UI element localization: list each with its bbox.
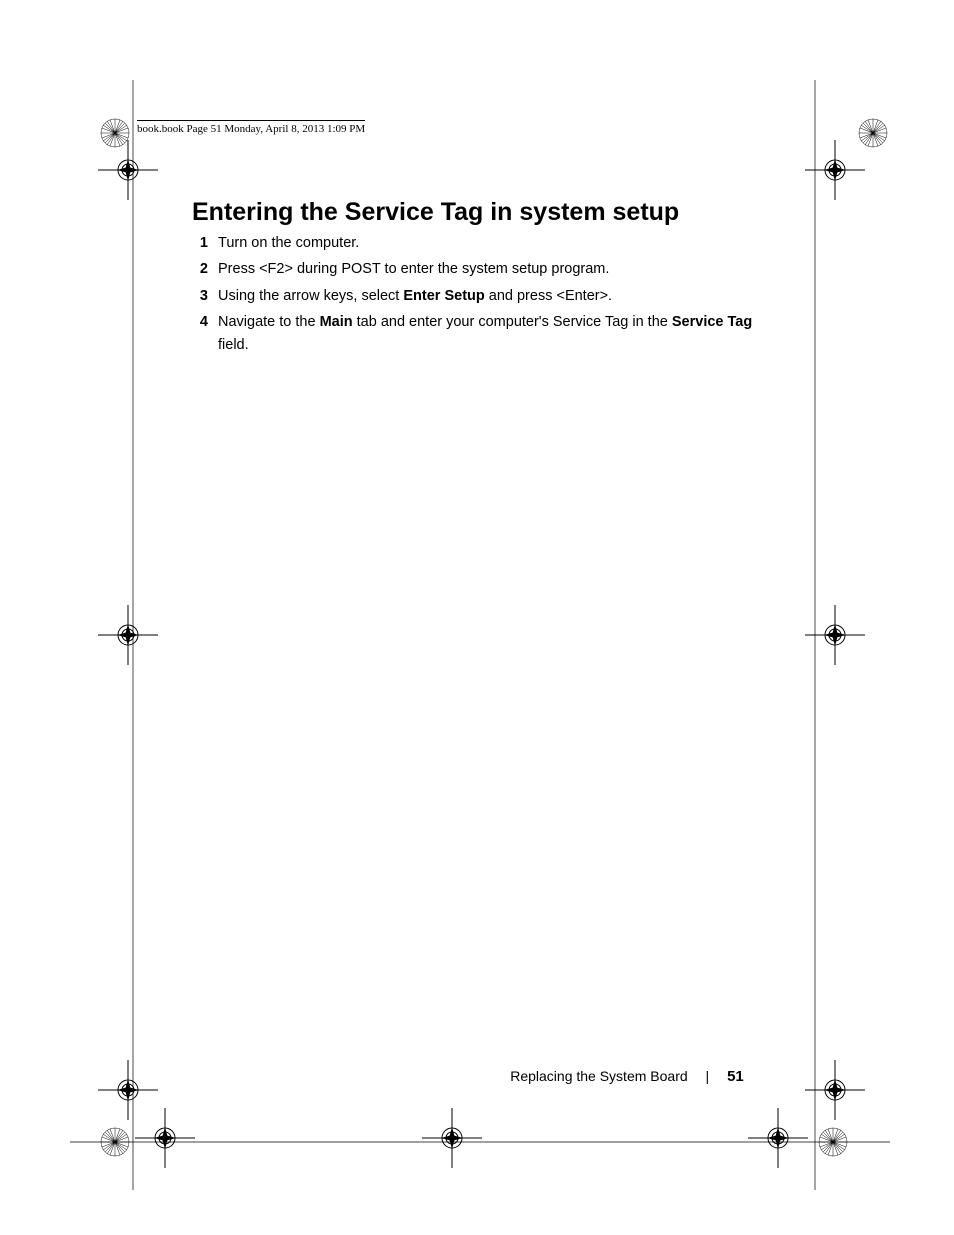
procedure-step: 4Navigate to the Main tab and enter your…: [192, 311, 762, 356]
registration-mark-icon: [748, 1108, 808, 1168]
procedure-list: 1Turn on the computer.2Press <F2> during…: [192, 232, 762, 360]
registration-mark-icon: [805, 140, 865, 200]
running-header: book.book Page 51 Monday, April 8, 2013 …: [137, 120, 365, 135]
step-text: Turn on the computer.: [218, 232, 762, 254]
footer-separator: |: [706, 1068, 710, 1084]
step-text: Navigate to the Main tab and enter your …: [218, 311, 762, 356]
page-number: 51: [727, 1068, 744, 1085]
registration-mark-icon: [805, 605, 865, 665]
step-number: 1: [192, 232, 218, 254]
step-number: 4: [192, 311, 218, 356]
registration-mark-icon: [98, 140, 158, 200]
step-text: Using the arrow keys, select Enter Setup…: [218, 285, 762, 307]
footer-section-title: Replacing the System Board: [510, 1068, 687, 1084]
procedure-step: 1Turn on the computer.: [192, 232, 762, 254]
registration-mark-icon: [135, 1108, 195, 1168]
section-heading: Entering the Service Tag in system setup: [192, 198, 679, 227]
page-footer: Replacing the System Board | 51: [0, 1068, 954, 1085]
step-number: 2: [192, 258, 218, 280]
procedure-step: 2Press <F2> during POST to enter the sys…: [192, 258, 762, 280]
crop-mark-icon: [803, 1112, 863, 1172]
step-number: 3: [192, 285, 218, 307]
registration-mark-icon: [422, 1108, 482, 1168]
procedure-step: 3Using the arrow keys, select Enter Setu…: [192, 285, 762, 307]
step-text: Press <F2> during POST to enter the syst…: [218, 258, 762, 280]
registration-mark-icon: [98, 605, 158, 665]
